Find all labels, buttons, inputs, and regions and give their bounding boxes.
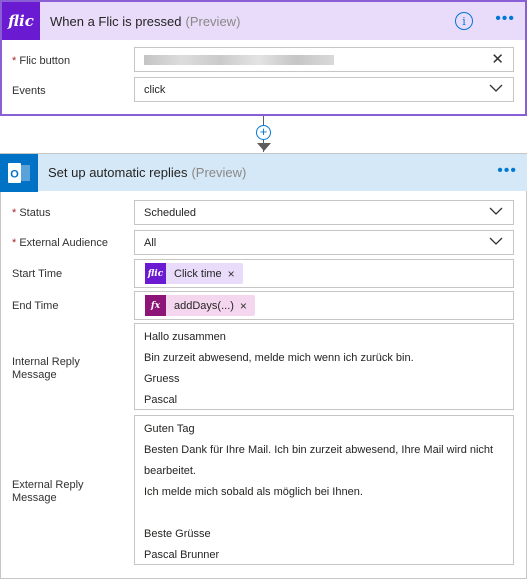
audience-value: All [144, 236, 157, 249]
external-audience-dropdown[interactable]: All [134, 230, 514, 255]
fx-icon: fx [145, 295, 166, 316]
end-time-field[interactable]: fx addDays(...) × [134, 291, 514, 320]
status-dropdown[interactable]: Scheduled [134, 200, 514, 225]
expression-token[interactable]: fx addDays(...) × [145, 295, 255, 316]
redacted-value [144, 54, 334, 65]
start-time-label: Start Time [12, 268, 63, 280]
svg-text:O: O [10, 168, 19, 180]
events-dropdown[interactable]: click [134, 77, 514, 102]
more-options-icon[interactable]: ••• [495, 10, 515, 28]
text-line: Pascal [144, 394, 178, 406]
token-label: addDays(...) [174, 299, 234, 312]
text-line: Hallo zusammen [144, 331, 226, 343]
flic-logo-icon: flic [2, 2, 40, 40]
external-audience-label: * External Audience [12, 237, 109, 249]
remove-token-icon[interactable]: × [228, 267, 235, 281]
trigger-title: When a Flic is pressed [50, 13, 182, 29]
text-line: Bin zurzeit abwesend, melde mich wenn ic… [144, 352, 414, 364]
chevron-down-icon [489, 84, 503, 92]
internal-reply-label: Internal Reply Message [12, 356, 80, 381]
action-preview-tag: (Preview) [191, 165, 247, 180]
info-icon[interactable]: i [455, 12, 473, 30]
flic-logo-icon: flic [145, 263, 166, 284]
status-value: Scheduled [144, 206, 196, 219]
token-label: Click time [174, 267, 222, 280]
text-line: Beste Grüsse [144, 528, 211, 540]
text-line: Guten Tag [144, 423, 195, 435]
chevron-down-icon [489, 237, 503, 245]
events-value: click [144, 83, 166, 96]
text-line: Ich melde mich sobald als möglich bei Ih… [144, 486, 363, 498]
external-reply-label: External Reply Message [12, 479, 84, 504]
trigger-preview-tag: (Preview) [185, 13, 241, 29]
flic-button-label: * Flic button [12, 55, 71, 67]
action-header[interactable]: O Set up automatic replies (Preview) ••• [0, 153, 527, 192]
add-step-icon[interactable]: + [256, 125, 271, 140]
action-title: Set up automatic replies [48, 165, 188, 180]
flic-button-field[interactable]: ✕ [134, 47, 514, 72]
clear-icon[interactable]: ✕ [491, 52, 504, 67]
trigger-header[interactable]: flic When a Flic is pressed (Preview) i … [2, 2, 525, 40]
click-time-token[interactable]: flic Click time × [145, 263, 243, 284]
remove-token-icon[interactable]: × [240, 299, 247, 313]
text-line: Gruess [144, 373, 180, 385]
outlook-logo-icon: O [0, 153, 38, 192]
external-reply-textarea[interactable]: Guten Tag Besten Dank für Ihre Mail. Ich… [134, 415, 514, 565]
more-options-icon[interactable]: ••• [497, 162, 517, 180]
internal-reply-textarea[interactable]: Hallo zusammen Bin zurzeit abwesend, mel… [134, 323, 514, 410]
text-line: Besten Dank für Ihre Mail. Ich bin zurze… [144, 444, 494, 456]
end-time-label: End Time [12, 300, 59, 312]
start-time-field[interactable]: flic Click time × [134, 259, 514, 288]
chevron-down-icon [489, 207, 503, 215]
text-line: Pascal Brunner [144, 549, 220, 561]
events-label: Events [12, 85, 46, 97]
arrow-down-icon [257, 143, 271, 151]
text-line [144, 506, 513, 527]
text-line: bearbeitet. [144, 465, 196, 477]
status-label: * Status [12, 207, 51, 219]
